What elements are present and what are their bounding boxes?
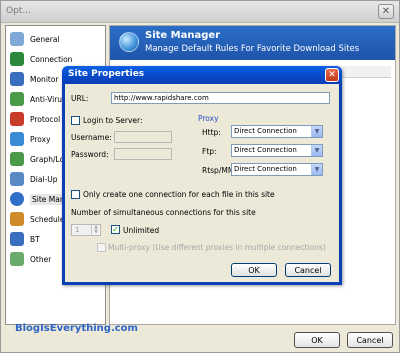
options-close-button[interactable]: ✕ (378, 4, 394, 19)
options-ok-button[interactable]: OK (294, 332, 340, 348)
chevron-down-icon: ▼ (311, 126, 322, 137)
proxy-icon (10, 132, 24, 146)
dialog-title: Site Properties (68, 69, 145, 79)
other-icon (10, 252, 24, 266)
dial-up-icon (10, 172, 24, 186)
site-properties-dialog: Site Properties ✕ URL: http://www.rapids… (62, 66, 342, 285)
graph-log-icon (10, 152, 24, 166)
login-label: Login to Server: (83, 116, 143, 125)
rtsp-proxy-select[interactable]: Direct Connection ▼ (231, 163, 323, 176)
dialog-titlebar: Site Properties ✕ (62, 66, 342, 84)
site-manager-icon (10, 192, 24, 206)
dialog-close-button[interactable]: ✕ (325, 68, 339, 82)
protocol-icon (10, 112, 24, 126)
connections-spinner[interactable]: 1 ▲ ▼ (71, 224, 101, 236)
chevron-down-icon: ▼ (311, 145, 322, 156)
password-label: Password: (71, 150, 109, 159)
globe-icon (119, 32, 139, 52)
schedule-icon (10, 212, 24, 226)
one-connection-label: Only create one connection for each file… (83, 190, 275, 199)
sidebar-item-label: Anti-Virus (30, 94, 66, 104)
http-proxy-value: Direct Connection (234, 127, 297, 135)
spinner-arrows-icon: ▲ ▼ (91, 225, 100, 235)
site-manager-title: Site Manager (145, 30, 221, 41)
ftp-label: Ftp: (202, 147, 217, 156)
sidebar-item-general[interactable]: General (10, 30, 105, 48)
watermark: BlogIsEverything.com (15, 323, 138, 334)
sidebar-item-label: BT (30, 234, 40, 244)
sidebar-item-label: Proxy (30, 134, 51, 144)
multi-proxy-checkbox[interactable] (97, 243, 106, 252)
site-manager-subtitle: Manage Default Rules For Favorite Downlo… (145, 44, 360, 54)
http-proxy-select[interactable]: Direct Connection ▼ (231, 125, 323, 138)
username-input[interactable] (114, 131, 172, 143)
ftp-proxy-select[interactable]: Direct Connection ▼ (231, 144, 323, 157)
proxy-group-label: Proxy (198, 114, 219, 123)
http-label: Http: (202, 128, 221, 137)
monitor-icon (10, 72, 24, 86)
rtsp-proxy-value: Direct Connection (234, 165, 297, 173)
sidebar-item-label: General (30, 34, 60, 44)
bt-icon (10, 232, 24, 246)
password-input[interactable] (114, 148, 172, 160)
one-connection-checkbox[interactable] (71, 190, 80, 199)
options-cancel-button[interactable]: Cancel (347, 332, 393, 348)
sidebar-item-label: Connection (30, 54, 73, 64)
url-input[interactable]: http://www.rapidshare.com (111, 92, 330, 104)
anti-virus-icon (10, 92, 24, 106)
general-icon (10, 32, 24, 46)
connections-spinner-value: 1 (75, 226, 80, 234)
dialog-cancel-button[interactable]: Cancel (285, 263, 331, 277)
options-title: Opt... (6, 6, 31, 16)
sidebar-item-label: Other (30, 254, 52, 264)
unlimited-label: Unlimited (123, 226, 160, 235)
connection-icon (10, 52, 24, 66)
sidebar-item-label: Dial-Up (30, 174, 58, 184)
unlimited-checkbox[interactable]: ✓ (111, 225, 120, 234)
login-checkbox[interactable] (71, 116, 80, 125)
dialog-ok-button[interactable]: OK (231, 263, 277, 277)
url-label: URL: (71, 94, 89, 103)
site-manager-header: Site Manager Manage Default Rules For Fa… (110, 26, 395, 60)
sidebar-item-label: Protocol (30, 114, 61, 124)
options-titlebar: Opt... ✕ (1, 1, 399, 23)
simultaneous-label: Number of simultaneous connections for t… (71, 208, 256, 217)
chevron-down-icon: ▼ (311, 164, 322, 175)
username-label: Username: (71, 133, 112, 142)
ftp-proxy-value: Direct Connection (234, 146, 297, 154)
sidebar-item-label: Monitor (30, 74, 59, 84)
multi-proxy-label: Multi-proxy (Use different proxies in mu… (108, 243, 326, 252)
